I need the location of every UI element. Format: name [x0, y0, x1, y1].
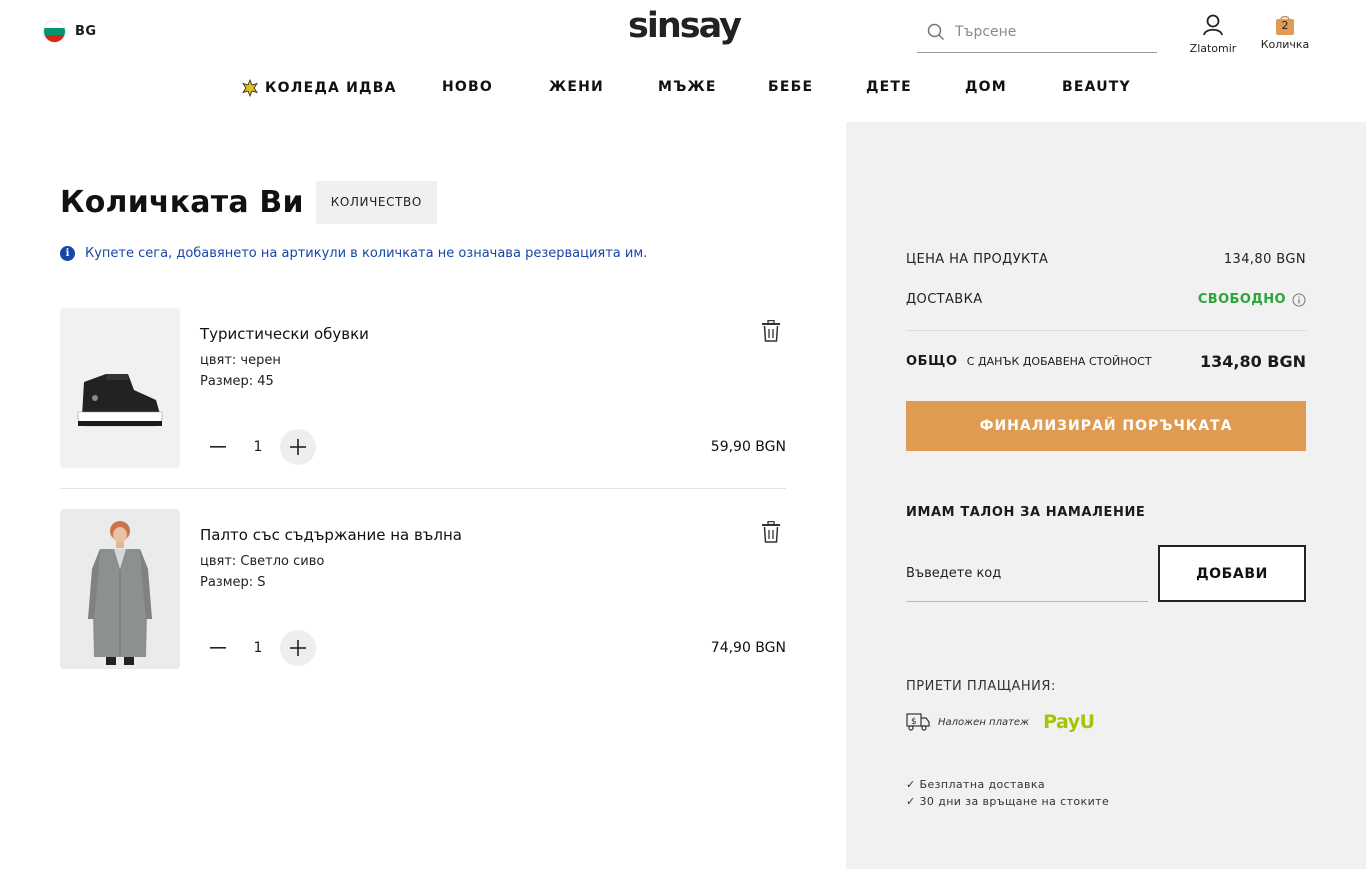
- item-name[interactable]: Палто със съдържание на вълна: [200, 526, 462, 544]
- item-price: 59,90 BGN: [710, 439, 786, 455]
- item-price: 74,90 BGN: [710, 640, 786, 656]
- plus-icon: [290, 439, 306, 455]
- payments-title: ПРИЕТИ ПЛАЩАНИЯ:: [906, 679, 1056, 694]
- nav-item-home[interactable]: ДОМ: [965, 79, 1007, 95]
- payment-methods: $ Наложен платеж PayU: [906, 711, 1095, 733]
- perk-returns: ✓ 30 дни за връщане на стоките: [906, 795, 1110, 808]
- decrease-quantity-button[interactable]: [200, 630, 236, 666]
- total-row: ОБЩО С ДАНЪК ДОБАВЕНА СТОЙНОСТ 134,80 BG…: [906, 352, 1306, 371]
- quantity-value: 1: [253, 439, 263, 455]
- delivery-label: ДОСТАВКА: [906, 292, 983, 307]
- cart-item: Туристически обувки цвят: черен Размер: …: [60, 308, 786, 489]
- payu-logo: PayU: [1043, 711, 1095, 733]
- cart-notice: i Купете сега, добавянето на артикули в …: [60, 246, 647, 261]
- total-label: ОБЩО: [906, 354, 958, 369]
- quantity-stepper: 1: [200, 429, 316, 465]
- info-circle-icon[interactable]: [1292, 293, 1306, 307]
- nav-item-beauty[interactable]: BEAUTY: [1062, 79, 1131, 95]
- sinsay-logo[interactable]: sinsay: [628, 6, 742, 46]
- nav-item-kids[interactable]: ДЕТЕ: [866, 79, 912, 95]
- nav-item-label: КОЛЕДА ИДВА: [265, 80, 397, 96]
- svg-text:$: $: [911, 717, 917, 727]
- delivery-value-group: СВОБОДНО: [1198, 292, 1306, 307]
- total-value: 134,80 BGN: [1199, 352, 1306, 371]
- increase-quantity-button[interactable]: [280, 429, 316, 465]
- cod-label: Наложен платеж: [938, 716, 1030, 728]
- nav-item-christmas[interactable]: КОЛЕДА ИДВА: [241, 79, 397, 97]
- minus-icon: [210, 647, 226, 649]
- item-color: цвят: черен: [200, 353, 281, 368]
- trash-icon[interactable]: [761, 521, 781, 543]
- shopping-bag-icon: 2: [1274, 14, 1296, 36]
- item-color: цвят: Светло сиво: [200, 554, 325, 569]
- cart-main: Количката Ви КОЛИЧЕСТВО i Купете сега, д…: [60, 122, 786, 869]
- cart-count: 2: [1281, 19, 1289, 32]
- order-summary: ЦЕНА НА ПРОДУКТА 134,80 BGN ДОСТАВКА СВО…: [846, 122, 1366, 869]
- account-button[interactable]: Zlatomir: [1186, 14, 1240, 55]
- delivery-value: СВОБОДНО: [1197, 292, 1286, 307]
- nav-item-baby[interactable]: БЕБЕ: [768, 79, 813, 95]
- bulgaria-flag-icon: [44, 21, 65, 42]
- delivery-row: ДОСТАВКА СВОБОДНО: [906, 292, 1306, 307]
- product-image-boot[interactable]: [60, 308, 180, 468]
- notice-text: Купете сега, добавянето на артикули в ко…: [85, 246, 648, 261]
- plus-icon: [290, 640, 306, 656]
- cart-title-row: Количката Ви КОЛИЧЕСТВО: [60, 181, 437, 224]
- summary-divider: [906, 330, 1306, 331]
- cart-label: Количка: [1260, 38, 1310, 51]
- item-name[interactable]: Туристически обувки: [200, 325, 369, 343]
- total-label-group: ОБЩО С ДАНЪК ДОБАВЕНА СТОЙНОСТ: [906, 354, 1152, 369]
- language-label: BG: [75, 24, 97, 39]
- cash-on-delivery-icon: $: [906, 713, 930, 731]
- account-label: Zlatomir: [1189, 42, 1237, 55]
- item-size: Размер: S: [200, 575, 266, 590]
- product-image-coat[interactable]: [60, 509, 180, 669]
- total-note: С ДАНЪК ДОБАВЕНА СТОЙНОСТ: [966, 355, 1152, 368]
- perk-free-delivery: ✓ Безплатна доставка: [906, 778, 1046, 791]
- search-box[interactable]: [917, 12, 1157, 53]
- nav-item-women[interactable]: ЖЕНИ: [549, 79, 604, 95]
- coupon-title: ИМАМ ТАЛОН ЗА НАМАЛЕНИЕ: [906, 505, 1146, 520]
- apply-coupon-button[interactable]: ДОБАВИ: [1158, 545, 1306, 602]
- trash-icon[interactable]: [761, 320, 781, 342]
- nav-item-men[interactable]: МЪЖЕ: [658, 79, 717, 95]
- cart-button[interactable]: 2 Количка: [1258, 14, 1312, 51]
- info-icon: i: [60, 246, 75, 261]
- product-price-row: ЦЕНА НА ПРОДУКТА 134,80 BGN: [906, 252, 1306, 267]
- quantity-value: 1: [253, 640, 263, 656]
- product-price-value: 134,80 BGN: [1223, 252, 1306, 267]
- search-input[interactable]: [955, 24, 1145, 40]
- nav-item-new[interactable]: НОВО: [442, 79, 493, 95]
- cart-item: Палто със съдържание на вълна цвят: Свет…: [60, 509, 786, 669]
- decrease-quantity-button[interactable]: [200, 429, 236, 465]
- user-icon: [1203, 14, 1223, 36]
- checkout-button[interactable]: ФИНАЛИЗИРАЙ ПОРЪЧКАТА: [906, 401, 1306, 451]
- minus-icon: [210, 446, 226, 448]
- site-header: BG sinsay Zlatomir 2 Количка: [0, 0, 1366, 122]
- star-icon: [242, 79, 258, 97]
- product-price-label: ЦЕНА НА ПРОДУКТА: [906, 252, 1049, 267]
- search-icon: [927, 23, 945, 41]
- perks-list: ✓ Безплатна доставка ✓ 30 дни за връщане…: [906, 776, 1109, 810]
- language-selector[interactable]: BG: [44, 21, 97, 42]
- item-size: Размер: 45: [200, 374, 274, 389]
- page-title: Количката Ви: [60, 185, 304, 220]
- coupon-code-input[interactable]: [906, 545, 1148, 602]
- quantity-stepper: 1: [200, 630, 316, 666]
- quantity-badge: КОЛИЧЕСТВО: [315, 181, 437, 224]
- increase-quantity-button[interactable]: [280, 630, 316, 666]
